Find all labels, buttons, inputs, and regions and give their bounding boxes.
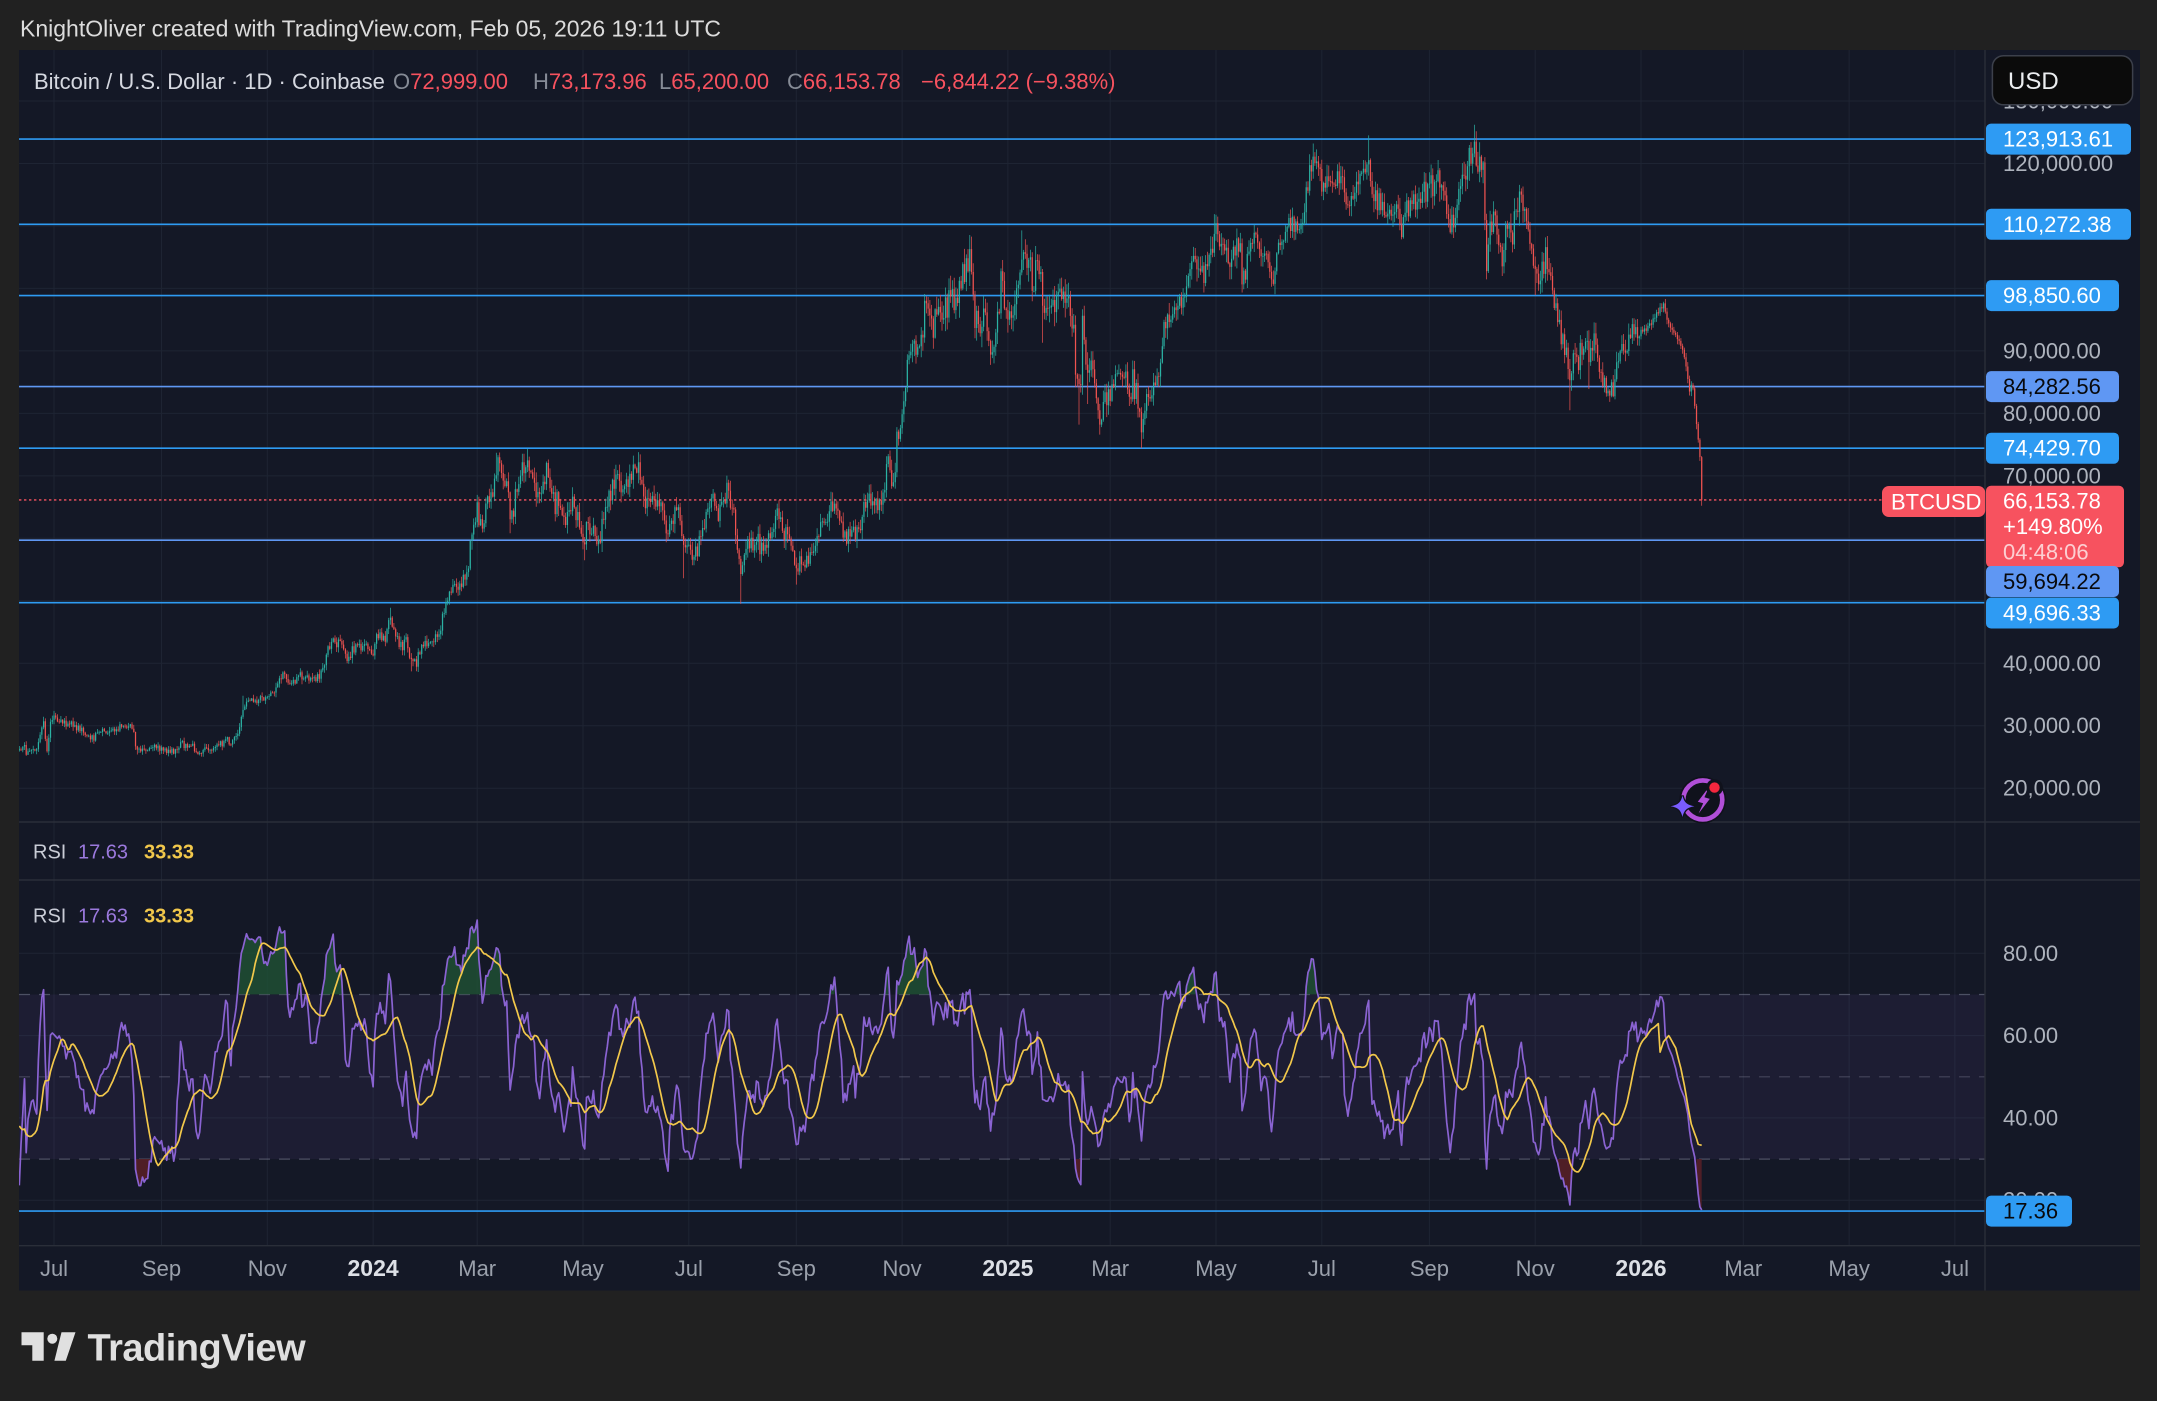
- svg-text:Sep: Sep: [1410, 1256, 1449, 1281]
- svg-text:+149.80%: +149.80%: [2003, 514, 2103, 539]
- svg-text:Mar: Mar: [1724, 1256, 1762, 1281]
- svg-text:Mar: Mar: [1091, 1256, 1129, 1281]
- svg-text:49,696.33: 49,696.33: [2003, 601, 2101, 626]
- svg-text:May: May: [562, 1256, 604, 1281]
- svg-text:O72,999.00H73,173.96L65,200.00: O72,999.00H73,173.96L65,200.00C66,153.78…: [393, 69, 1115, 94]
- svg-text:2026: 2026: [1615, 1255, 1666, 1281]
- svg-text:Nov: Nov: [1516, 1256, 1555, 1281]
- svg-text:17.36: 17.36: [2003, 1199, 2058, 1224]
- svg-text:Sep: Sep: [142, 1256, 181, 1281]
- svg-text:110,272.38: 110,272.38: [2003, 212, 2111, 237]
- svg-text:Jul: Jul: [675, 1256, 703, 1281]
- svg-text:Nov: Nov: [883, 1256, 922, 1281]
- svg-text:May: May: [1195, 1256, 1237, 1281]
- svg-text:80.00: 80.00: [2003, 941, 2058, 966]
- svg-text:59,694.22: 59,694.22: [2003, 569, 2101, 594]
- svg-text:2024: 2024: [348, 1255, 399, 1281]
- svg-text:Mar: Mar: [458, 1256, 496, 1281]
- svg-text:RSI 17.63 33.33: RSI 17.63 33.33: [33, 906, 194, 928]
- svg-text:Jul: Jul: [1308, 1256, 1336, 1281]
- svg-text:84,282.56: 84,282.56: [2003, 374, 2101, 399]
- svg-text:74,429.70: 74,429.70: [2003, 436, 2101, 461]
- svg-text:Bitcoin / U.S. Dollar · 1D · C: Bitcoin / U.S. Dollar · 1D · Coinbase: [34, 69, 385, 94]
- svg-text:KnightOliver created with Trad: KnightOliver created with TradingView.co…: [20, 16, 721, 42]
- svg-text:RSI 17.63 33.33: RSI 17.63 33.33: [33, 842, 194, 864]
- svg-text:Jul: Jul: [1941, 1256, 1969, 1281]
- svg-text:TradingView: TradingView: [88, 1328, 307, 1370]
- svg-text:2025: 2025: [982, 1255, 1033, 1281]
- svg-text:90,000.00: 90,000.00: [2003, 338, 2101, 363]
- svg-text:98,850.60: 98,850.60: [2003, 283, 2101, 308]
- svg-text:May: May: [1828, 1256, 1870, 1281]
- svg-text:120,000.00: 120,000.00: [2003, 151, 2113, 176]
- svg-text:Jul: Jul: [40, 1256, 68, 1281]
- svg-text:40,000.00: 40,000.00: [2003, 651, 2101, 676]
- svg-text:USD: USD: [2008, 68, 2059, 95]
- svg-text:60.00: 60.00: [2003, 1023, 2058, 1048]
- svg-text:80,000.00: 80,000.00: [2003, 401, 2101, 426]
- svg-text:123,913.61: 123,913.61: [2003, 127, 2113, 152]
- svg-text:BTCUSD: BTCUSD: [1891, 490, 1981, 515]
- svg-text:20,000.00: 20,000.00: [2003, 776, 2101, 801]
- svg-text:70,000.00: 70,000.00: [2003, 463, 2101, 488]
- svg-text:Nov: Nov: [248, 1256, 287, 1281]
- svg-text:40.00: 40.00: [2003, 1105, 2058, 1130]
- svg-text:30,000.00: 30,000.00: [2003, 713, 2101, 738]
- svg-text:04:48:06: 04:48:06: [2003, 540, 2089, 565]
- svg-text:Sep: Sep: [777, 1256, 816, 1281]
- svg-text:66,153.78: 66,153.78: [2003, 488, 2101, 513]
